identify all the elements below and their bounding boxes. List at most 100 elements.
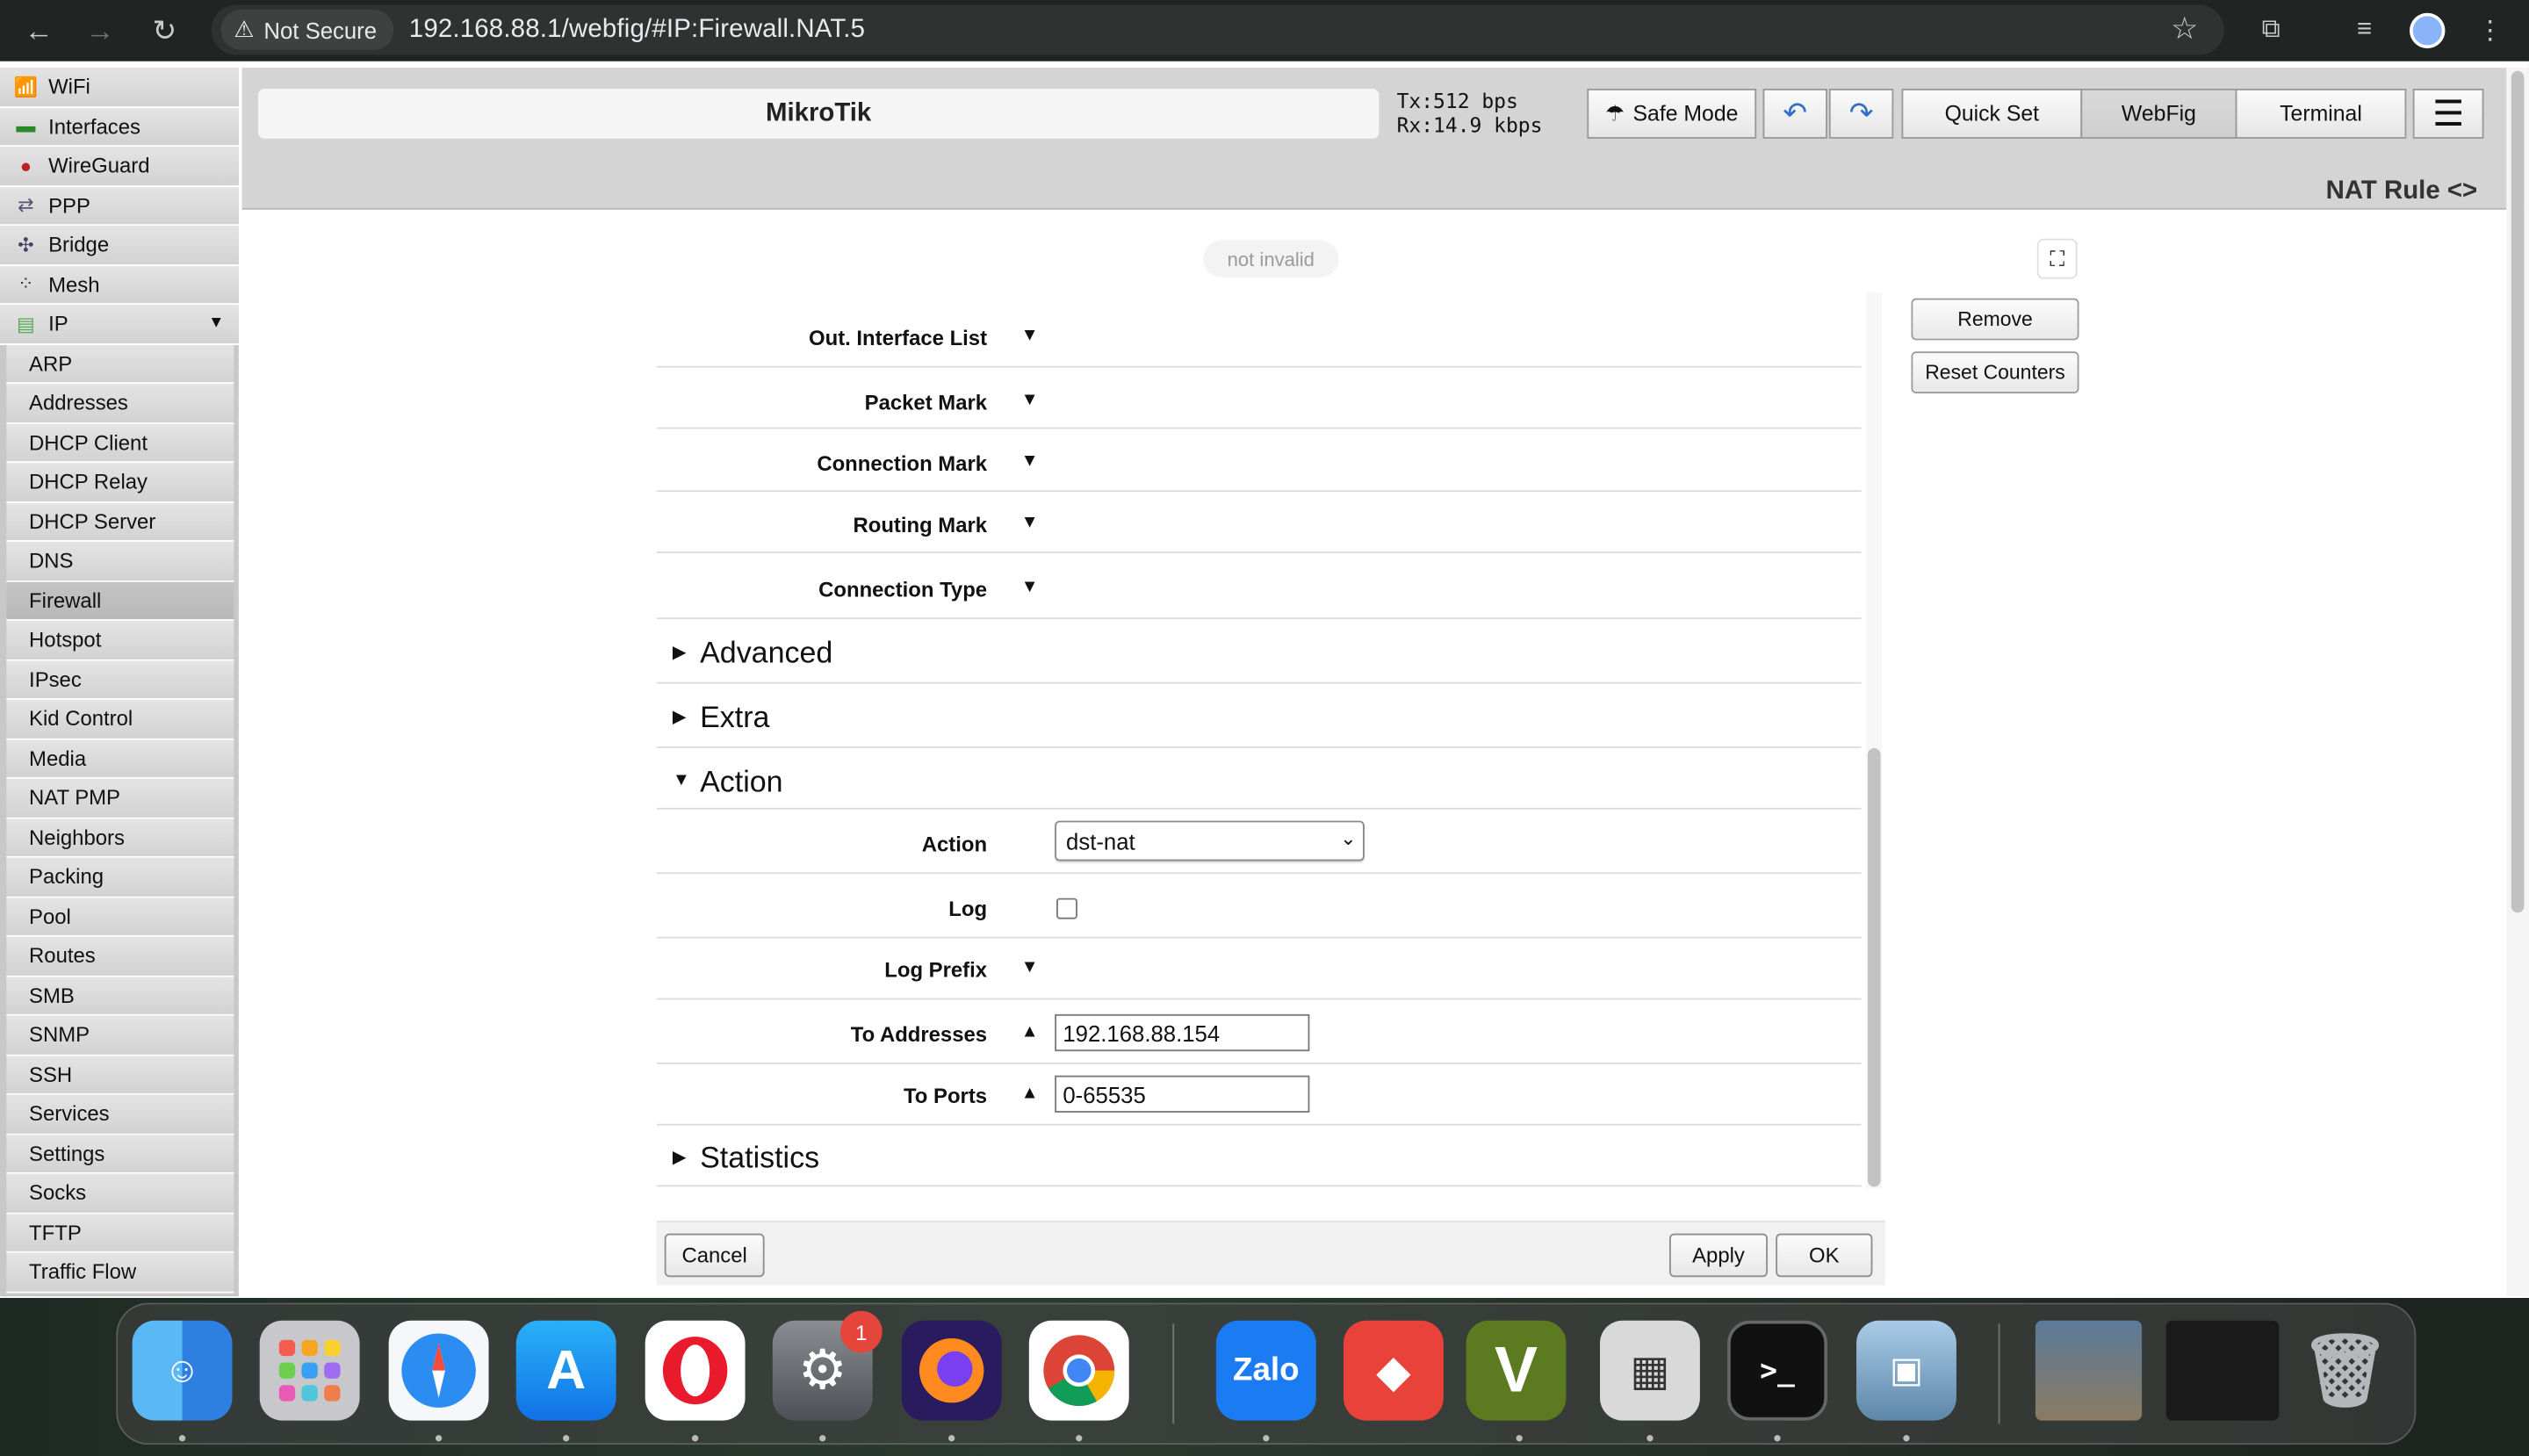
expand-down-icon[interactable]: ▼ <box>1021 513 1039 532</box>
reset-counters-button[interactable]: Reset Counters <box>1911 351 2079 394</box>
running-indicator <box>947 1435 955 1442</box>
webfig-button[interactable]: WebFig <box>2080 88 2237 139</box>
sidebar-subitem-ssh[interactable]: SSH <box>6 1055 234 1095</box>
notification-badge: 1 <box>839 1310 883 1353</box>
expand-down-icon[interactable]: ▼ <box>1021 390 1039 409</box>
apply-button[interactable]: Apply <box>1668 1233 1769 1278</box>
extensions-icon[interactable]: ⧉ <box>2248 8 2293 53</box>
sidebar-subitem-neighbors[interactable]: Neighbors <box>6 818 234 858</box>
fullscreen-icon[interactable]: ⛶ <box>2036 238 2078 279</box>
page-scrollbar-thumb[interactable] <box>2511 70 2525 913</box>
expand-down-icon[interactable]: ▼ <box>1021 451 1039 471</box>
sidebar-item-label: WiFi <box>48 74 90 99</box>
to-addresses-input[interactable]: 192.168.88.154 <box>1055 1013 1310 1052</box>
sidebar-subitem-tftp[interactable]: TFTP <box>6 1213 234 1253</box>
wireguard-icon: ● <box>19 154 32 177</box>
sidebar-item-bridge[interactable]: ✣ Bridge <box>0 226 239 266</box>
to-ports-input[interactable]: 0-65535 <box>1055 1075 1310 1113</box>
undo-icon[interactable]: ↶ <box>1762 88 1827 139</box>
trash-icon[interactable]: 🗑 <box>2295 1321 2396 1421</box>
sidebar: 📶 WiFi ▬ Interfaces ● WireGuard ⇄ PPP ✣ Bridge ⁘ Me… <box>0 68 239 1297</box>
sidebar-subitem-nat-pmp[interactable]: NAT PMP <box>6 778 234 818</box>
zalo-icon[interactable]: Zalo <box>1215 1320 1316 1421</box>
safe-mode-button[interactable]: ☂ Safe Mode <box>1587 88 1757 139</box>
sidebar-subitem-arp[interactable]: ARP <box>6 344 234 384</box>
address-bar[interactable]: ⚠ Not Secure 192.168.88.1/webfig/#IP:Fir… <box>211 4 2224 55</box>
sidebar-subitem-snmp[interactable]: SNMP <box>6 1015 234 1056</box>
firefox-icon[interactable] <box>901 1320 1002 1421</box>
forward-arrow-icon[interactable]: → <box>77 8 122 53</box>
opera-icon[interactable] <box>645 1320 746 1421</box>
terminal-button[interactable]: Terminal <box>2235 88 2407 139</box>
sidebar-subitem-traffic-flow[interactable]: Traffic Flow <box>6 1252 234 1293</box>
reload-icon[interactable]: ↻ <box>142 8 187 53</box>
vim-icon[interactable]: V <box>1466 1320 1567 1421</box>
sidebar-subitem-firewall[interactable]: Firewall <box>6 580 234 621</box>
sidebar-subitem-socks[interactable]: Socks <box>6 1173 234 1214</box>
preview-icon[interactable]: ▣ <box>1856 1320 1956 1421</box>
sidebar-item-ip[interactable]: ▤ IP ▼ <box>0 305 239 345</box>
sidebar-subitem-dhcp-server[interactable]: DHCP Server <box>6 501 234 542</box>
sidebar-subitem-smb[interactable]: SMB <box>6 976 234 1016</box>
action-select[interactable]: dst-nat ⌄ <box>1055 820 1365 861</box>
sidebar-subitem-media[interactable]: Media <box>6 739 234 779</box>
launchpad-icon[interactable] <box>259 1320 360 1421</box>
calculator-icon[interactable]: ▦ <box>1600 1320 1700 1421</box>
sidebar-subitem-pool[interactable]: Pool <box>6 897 234 937</box>
running-indicator <box>178 1435 186 1442</box>
sidebar-item-wifi[interactable]: 📶 WiFi <box>0 68 239 108</box>
sidebar-subitem-dhcp-client[interactable]: DHCP Client <box>6 422 234 463</box>
recent-folder-icon[interactable] <box>2165 1320 2280 1421</box>
sidebar-item-mesh[interactable]: ⁘ Mesh <box>0 265 239 306</box>
log-checkbox[interactable] <box>1056 897 1077 919</box>
sidebar-subitem-dns[interactable]: DNS <box>6 541 234 581</box>
url-text[interactable]: 192.168.88.1/webfig/#IP:Firewall.NAT.5 <box>409 15 865 44</box>
section-advanced[interactable]: ▶ Advanced <box>656 619 1862 684</box>
quick-set-button[interactable]: Quick Set <box>1901 88 2083 139</box>
sidebar-subitem-packing[interactable]: Packing <box>6 857 234 897</box>
ok-button[interactable]: OK <box>1776 1233 1873 1278</box>
sidebar-item-label: Mesh <box>48 271 100 297</box>
hamburger-menu-icon[interactable]: ☰ <box>2412 88 2484 139</box>
terminal-icon[interactable]: >_ <box>1727 1320 1827 1421</box>
sidebar-subitem-kid-control[interactable]: Kid Control <box>6 699 234 739</box>
tx-rate: Tx:512 bps <box>1396 88 1518 113</box>
sidebar-subitem-dhcp-relay[interactable]: DHCP Relay <box>6 462 234 502</box>
downloads-stack-icon[interactable] <box>2035 1320 2143 1421</box>
sidebar-subitem-settings[interactable]: Settings <box>6 1134 234 1174</box>
collapse-up-icon[interactable]: ▲ <box>1021 1022 1039 1042</box>
sidebar-subitem-services[interactable]: Services <box>6 1094 234 1135</box>
system-settings-icon[interactable]: ⚙ 1 <box>772 1310 883 1421</box>
sidebar-subitem-addresses[interactable]: Addresses <box>6 383 234 423</box>
safari-icon[interactable] <box>388 1320 489 1421</box>
form-scrollbar-thumb[interactable] <box>1867 747 1881 1187</box>
anydesk-icon[interactable]: ◆ <box>1343 1320 1444 1421</box>
expand-down-icon[interactable]: ▼ <box>1021 326 1039 345</box>
app-store-icon[interactable]: A <box>515 1320 616 1421</box>
chrome-icon[interactable] <box>1028 1320 1129 1421</box>
back-arrow-icon[interactable]: ← <box>16 8 61 53</box>
section-action[interactable]: ▼ Action <box>656 748 1862 810</box>
page-scrollbar[interactable] <box>2506 68 2529 1297</box>
section-extra[interactable]: ▶ Extra <box>656 684 1862 748</box>
redo-icon[interactable]: ↷ <box>1828 88 1894 139</box>
field-connection-type: Connection Type ▼ <box>656 553 1862 620</box>
bookmark-star-icon[interactable]: ☆ <box>2171 11 2198 48</box>
sidebar-item-ppp[interactable]: ⇄ PPP <box>0 186 239 227</box>
sidebar-subitem-hotspot[interactable]: Hotspot <box>6 620 234 660</box>
finder-icon[interactable]: ☺ <box>132 1320 233 1421</box>
sidebar-item-interfaces[interactable]: ▬ Interfaces <box>0 107 239 148</box>
sidebar-subitem-routes[interactable]: Routes <box>6 936 234 977</box>
media-controls-icon[interactable]: ≡ <box>2342 8 2387 53</box>
expand-down-icon[interactable]: ▼ <box>1021 577 1039 596</box>
security-chip[interactable]: ⚠ Not Secure <box>220 10 393 50</box>
collapse-up-icon[interactable]: ▲ <box>1021 1084 1039 1103</box>
expand-down-icon[interactable]: ▼ <box>1021 958 1039 977</box>
profile-avatar[interactable] <box>2405 8 2450 53</box>
section-statistics[interactable]: ▶ Statistics <box>656 1126 1862 1187</box>
browser-menu-icon[interactable]: ⋮ <box>2468 8 2512 53</box>
cancel-button[interactable]: Cancel <box>664 1233 765 1278</box>
sidebar-subitem-ipsec[interactable]: IPsec <box>6 660 234 700</box>
remove-button[interactable]: Remove <box>1911 298 2079 341</box>
sidebar-item-wireguard[interactable]: ● WireGuard <box>0 147 239 187</box>
